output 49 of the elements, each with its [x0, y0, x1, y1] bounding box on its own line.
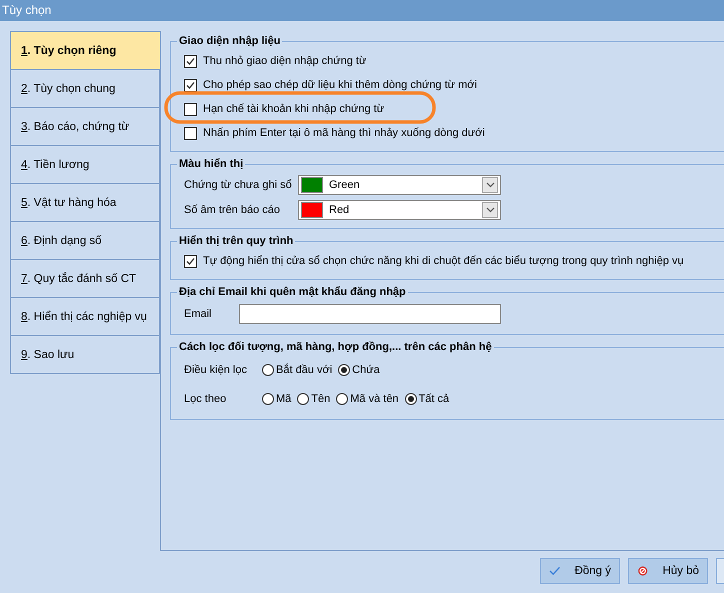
field-label: Điều kiện lọc: [184, 364, 248, 376]
sidebar-item[interactable]: 9. Sao lưu: [10, 336, 160, 374]
radio-button[interactable]: [338, 364, 350, 376]
group-title: Màu hiển thị: [178, 158, 244, 170]
radio-label: Chứa: [352, 364, 380, 376]
sidebar-item[interactable]: 7. Quy tắc đánh số CT: [10, 260, 160, 298]
checkbox[interactable]: [184, 254, 197, 268]
sidebar-item[interactable]: 8. Hiển thị các nghiệp vụ: [10, 298, 160, 336]
group-title: Hiển thị trên quy trình: [178, 235, 294, 247]
chevron-down-icon: [482, 176, 498, 192]
group-title: Giao diện nhập liệu: [178, 35, 282, 47]
sidebar-item[interactable]: 5. Vật tư hàng hóa: [10, 184, 160, 222]
radio-label: Bắt đầu với: [276, 364, 332, 376]
sidebar-item[interactable]: 1. Tùy chọn riêng: [10, 31, 160, 70]
checkbox-label: Cho phép sao chép dữ liệu khi thêm dòng chứng từ mới: [203, 79, 477, 91]
group-title: Cách lọc đối tượng, mã hàng, hợp đồng,... trên các phân hệ: [178, 341, 493, 353]
chevron-down-icon: [482, 202, 498, 218]
checkbox-label: Thu nhỏ giao diện nhập chứng từ: [203, 55, 366, 67]
radio-label: Mã và tên: [350, 392, 399, 404]
field-label: Email: [184, 308, 213, 320]
field-label: Lọc theo: [184, 392, 228, 404]
color-dropdown[interactable]: Green: [298, 174, 501, 194]
color-dropdown[interactable]: Red: [298, 200, 501, 220]
ok-button[interactable]: Đồng ý: [540, 558, 620, 584]
field-label: Số âm trên báo cáo: [184, 204, 282, 216]
sidebar-item[interactable]: 4. Tiền lương: [10, 146, 160, 184]
checkbox-label: Tự động hiển thị cửa sổ chọn chức năng khi di chuột đến các biểu tượng trong quy trình nghiệp vụ: [203, 255, 684, 267]
sidebar-item[interactable]: 6. Định dạng số: [10, 222, 160, 260]
radio-button[interactable]: [262, 364, 274, 376]
sidebar-item[interactable]: 3. Báo cáo, chứng từ: [10, 108, 160, 146]
radio-label: Tên: [311, 392, 330, 404]
checkbox-label: Nhấn phím Enter tại ô mã hàng thì nhảy xuống dòng dưới: [203, 127, 485, 139]
checkbox[interactable]: [184, 102, 197, 116]
checkbox-label: Hạn chế tài khoản khi nhập chứng từ: [203, 103, 384, 115]
email-field[interactable]: [239, 304, 501, 324]
radio-button[interactable]: [336, 392, 348, 404]
group-title: Địa chỉ Email khi quên mật khẩu đăng nhập: [178, 286, 407, 298]
field-label: Chứng từ chưa ghi sổ: [184, 178, 293, 190]
cancel-button[interactable]: Hủy bỏ: [628, 558, 708, 584]
sidebar-item[interactable]: 2. Tùy chọn chung: [10, 70, 160, 108]
radio-label: Tất cả: [418, 392, 450, 404]
radio-button[interactable]: [404, 392, 417, 404]
checkbox[interactable]: [184, 54, 197, 68]
radio-button[interactable]: [297, 392, 310, 404]
radio-label: Mã: [276, 392, 292, 404]
checkbox[interactable]: [184, 78, 197, 92]
checkbox[interactable]: [184, 126, 197, 140]
window-title: Tùy chọn: [2, 2, 52, 19]
radio-button[interactable]: [262, 392, 274, 404]
